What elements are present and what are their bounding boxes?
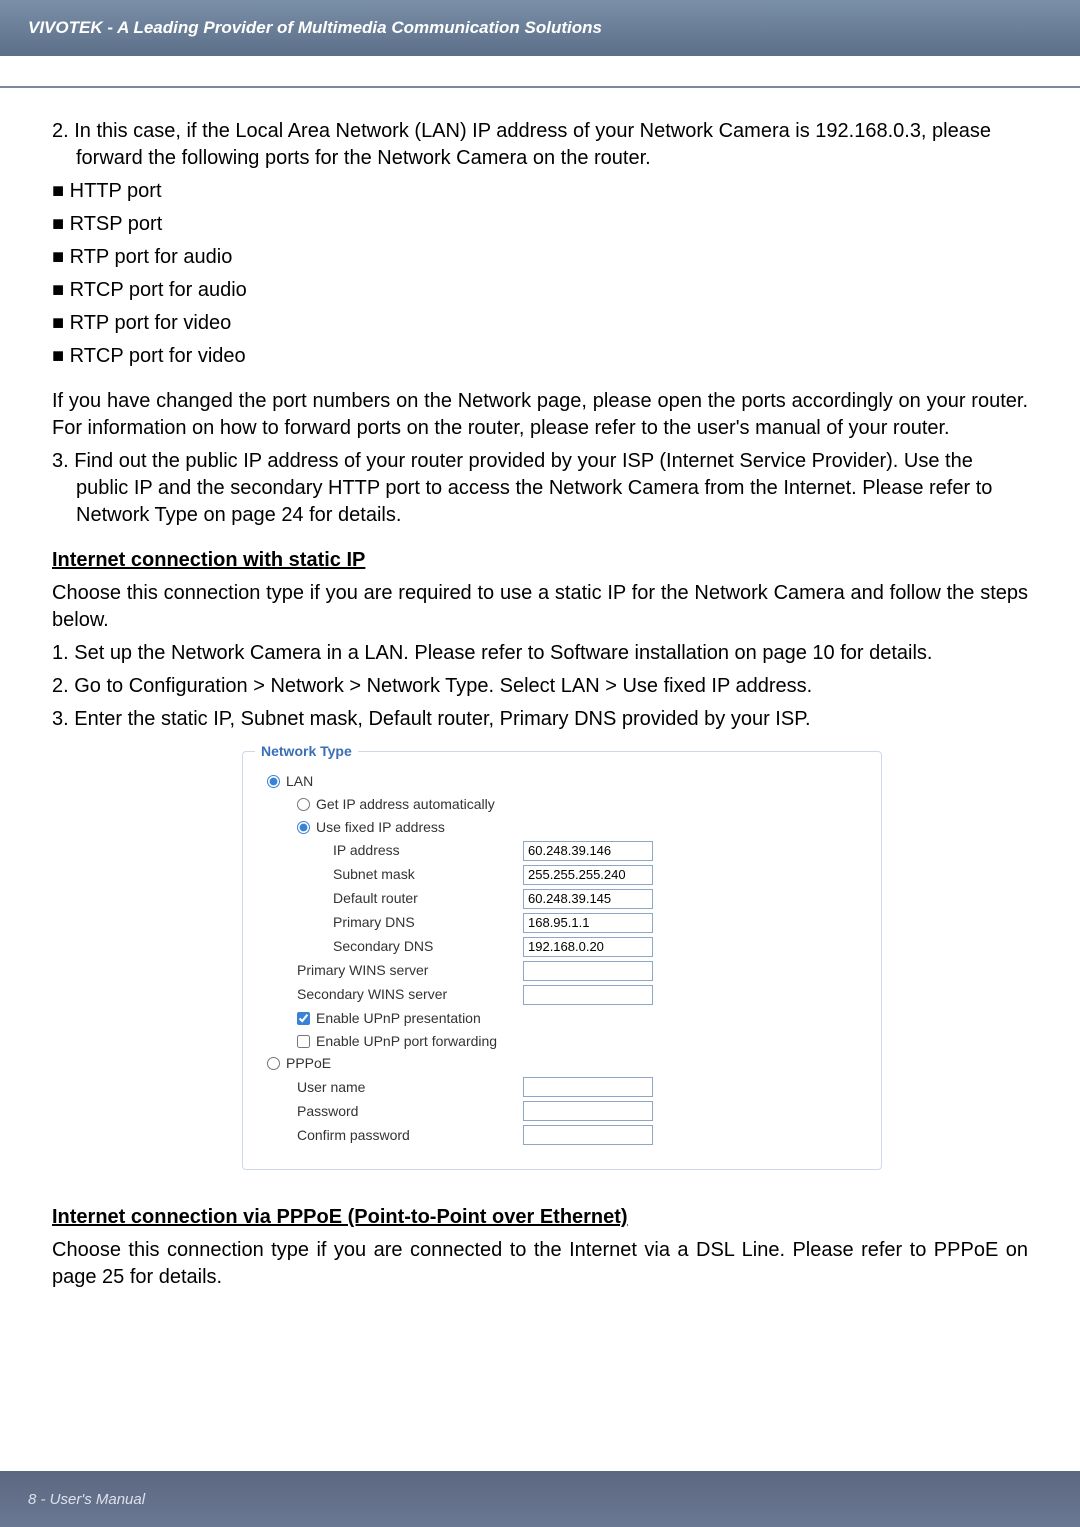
upnp-forwarding-label: Enable UPnP port forwarding	[316, 1032, 497, 1051]
para-static-intro: Choose this connection type if you are r…	[52, 580, 1028, 634]
primary-dns-input[interactable]	[523, 913, 653, 933]
use-fixed-ip-radio[interactable]	[297, 821, 310, 834]
port-item: ■ RTCP port for audio	[52, 277, 1028, 304]
get-ip-auto-radio[interactable]	[297, 798, 310, 811]
upnp-forwarding-row[interactable]: Enable UPnP port forwarding	[263, 1032, 861, 1051]
primary-dns-row: Primary DNS	[263, 913, 861, 933]
port-item: ■ HTTP port	[52, 178, 1028, 205]
default-router-label: Default router	[263, 889, 523, 908]
pppoe-radio-row[interactable]: PPPoE	[263, 1054, 861, 1073]
footer-text: 8 - User's Manual	[28, 1491, 145, 1508]
static-steps: 1. Set up the Network Camera in a LAN. P…	[52, 640, 1028, 733]
password-row: Password	[263, 1101, 861, 1121]
primary-wins-input[interactable]	[523, 961, 653, 981]
username-input[interactable]	[523, 1077, 653, 1097]
secondary-wins-label: Secondary WINS server	[263, 985, 523, 1004]
step-item: 1. Set up the Network Camera in a LAN. P…	[52, 640, 1028, 667]
use-fixed-ip-label: Use fixed IP address	[316, 818, 445, 837]
ip-address-row: IP address	[263, 841, 861, 861]
step-item: 2. Go to Configuration > Network > Netwo…	[52, 673, 1028, 700]
lan-radio[interactable]	[267, 775, 280, 788]
footer-band: 8 - User's Manual	[0, 1471, 1080, 1527]
network-type-legend: Network Type	[255, 742, 358, 761]
page-content: 2. In this case, if the Local Area Netwo…	[0, 88, 1080, 1291]
secondary-dns-input[interactable]	[523, 937, 653, 957]
secondary-wins-input[interactable]	[523, 985, 653, 1005]
subnet-input[interactable]	[523, 865, 653, 885]
primary-wins-label: Primary WINS server	[263, 961, 523, 980]
secondary-wins-row: Secondary WINS server	[263, 985, 861, 1005]
pppoe-label: PPPoE	[286, 1054, 331, 1073]
para-step3: 3. Find out the public IP address of you…	[52, 448, 1028, 529]
get-ip-auto-row[interactable]: Get IP address automatically	[263, 795, 861, 814]
port-list: ■ HTTP port ■ RTSP port ■ RTP port for a…	[52, 178, 1028, 370]
upnp-forwarding-checkbox[interactable]	[297, 1035, 310, 1048]
ip-address-label: IP address	[263, 841, 523, 860]
port-item: ■ RTP port for video	[52, 310, 1028, 337]
secondary-dns-row: Secondary DNS	[263, 937, 861, 957]
username-label: User name	[263, 1078, 523, 1097]
password-input[interactable]	[523, 1101, 653, 1121]
subnet-label: Subnet mask	[263, 865, 523, 884]
default-router-input[interactable]	[523, 889, 653, 909]
password-label: Password	[263, 1102, 523, 1121]
get-ip-auto-label: Get IP address automatically	[316, 795, 495, 814]
confirm-password-row: Confirm password	[263, 1125, 861, 1145]
para-changed-ports: If you have changed the port numbers on …	[52, 388, 1028, 442]
username-row: User name	[263, 1077, 861, 1097]
subnet-row: Subnet mask	[263, 865, 861, 885]
upnp-presentation-checkbox[interactable]	[297, 1012, 310, 1025]
header-title: VIVOTEK - A Leading Provider of Multimed…	[28, 18, 602, 38]
step-item: 3. Enter the static IP, Subnet mask, Def…	[52, 706, 1028, 733]
para-step2: 2. In this case, if the Local Area Netwo…	[52, 118, 1028, 172]
upnp-presentation-label: Enable UPnP presentation	[316, 1009, 481, 1028]
port-item: ■ RTP port for audio	[52, 244, 1028, 271]
lan-label: LAN	[286, 772, 313, 791]
primary-wins-row: Primary WINS server	[263, 961, 861, 981]
default-router-row: Default router	[263, 889, 861, 909]
primary-dns-label: Primary DNS	[263, 913, 523, 932]
confirm-password-label: Confirm password	[263, 1126, 523, 1145]
secondary-dns-label: Secondary DNS	[263, 937, 523, 956]
confirm-password-input[interactable]	[523, 1125, 653, 1145]
subheading-static-ip: Internet connection with static IP	[52, 547, 1028, 574]
pppoe-radio[interactable]	[267, 1057, 280, 1070]
subheading-pppoe: Internet connection via PPPoE (Point-to-…	[52, 1204, 1028, 1231]
port-item: ■ RTSP port	[52, 211, 1028, 238]
ip-address-input[interactable]	[523, 841, 653, 861]
header-band: VIVOTEK - A Leading Provider of Multimed…	[0, 0, 1080, 56]
upnp-presentation-row[interactable]: Enable UPnP presentation	[263, 1009, 861, 1028]
lan-radio-row[interactable]: LAN	[263, 772, 861, 791]
network-type-panel: Network Type LAN Get IP address automati…	[242, 751, 882, 1170]
para-pppoe: Choose this connection type if you are c…	[52, 1237, 1028, 1291]
use-fixed-ip-row[interactable]: Use fixed IP address	[263, 818, 861, 837]
port-item: ■ RTCP port for video	[52, 343, 1028, 370]
